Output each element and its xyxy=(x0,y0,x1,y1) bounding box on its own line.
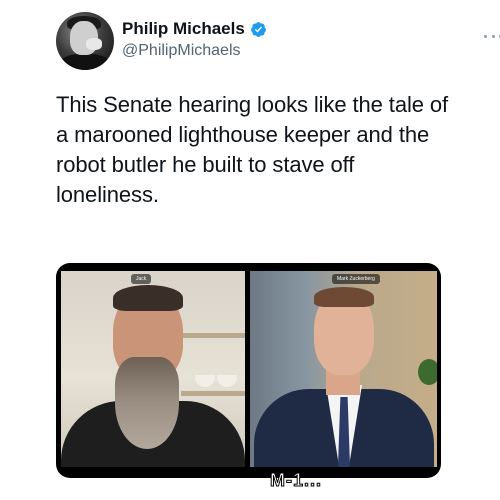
more-options-icon[interactable] xyxy=(484,35,500,41)
author-name-line: Philip Michaels xyxy=(122,19,267,39)
participant-label: Jack xyxy=(131,274,152,284)
video-panel-right: Mark Zuckerberg xyxy=(250,271,437,467)
display-name[interactable]: Philip Michaels xyxy=(122,19,245,39)
verified-badge-icon xyxy=(250,21,266,37)
media-caption-fragment: M-1... xyxy=(269,470,323,491)
avatar[interactable] xyxy=(56,12,114,70)
author-handle[interactable]: @PhilipMichaels xyxy=(122,42,241,60)
video-panel-left: Jack xyxy=(61,271,245,467)
tweet-media-image[interactable]: Jack Mark Zuckerberg xyxy=(56,263,441,478)
tweet-header: Philip Michaels @PhilipMichaels xyxy=(56,12,500,72)
tweet-text: This Senate hearing looks like the tale … xyxy=(56,92,449,207)
participant-label: Mark Zuckerberg xyxy=(332,274,380,284)
